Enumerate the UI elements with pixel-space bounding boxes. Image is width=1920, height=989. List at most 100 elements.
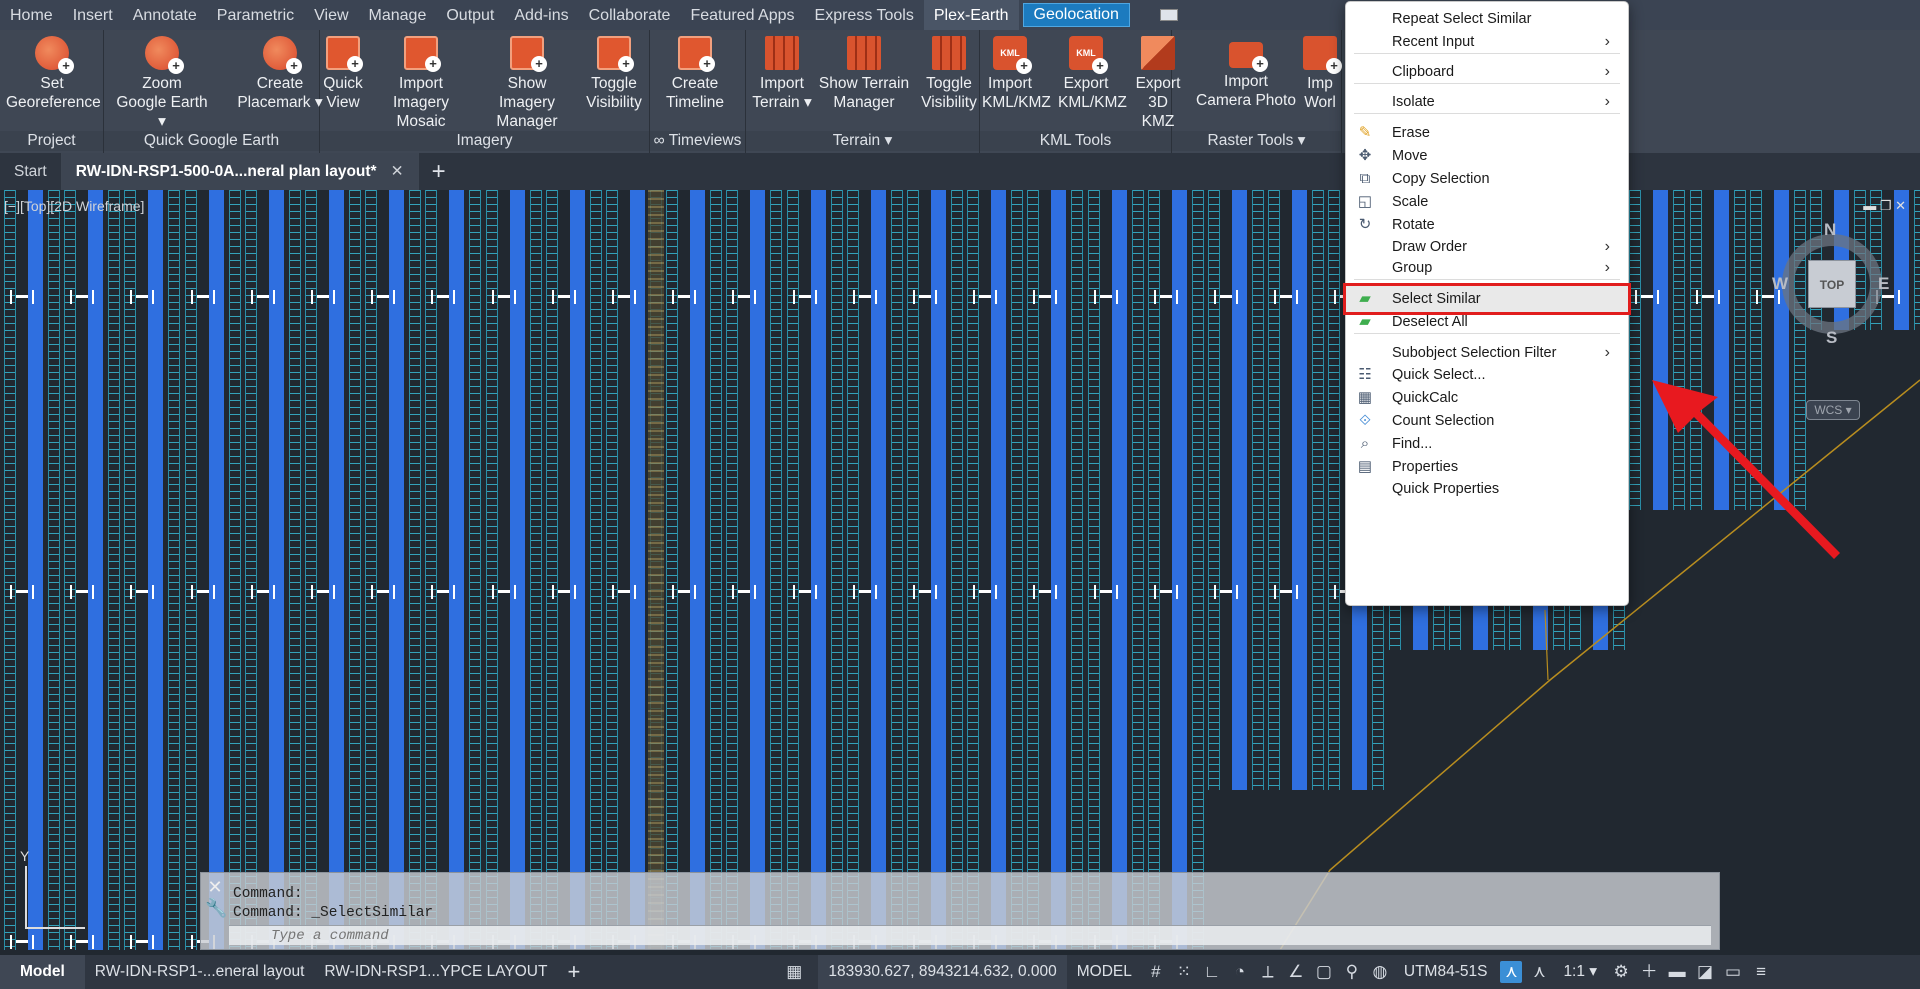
ribbon-button-imagery-manager[interactable]: + Show Imagery Manager	[478, 36, 576, 131]
ribbon-panel-title[interactable]: Quick Google Earth	[104, 131, 319, 151]
active-drawing-tab[interactable]: RW-IDN-RSP1-500-0A...neral plan layout* ✕	[61, 153, 419, 190]
ribbon-button-label: Mosaic	[396, 113, 446, 130]
ribbon-button-toggle-visibility[interactable]: + Toggle Visibility	[584, 36, 644, 112]
ribbon-button-import-world[interactable]: + Imp Worl	[1300, 36, 1342, 112]
polar-icon[interactable]: ◔	[1229, 961, 1251, 983]
ribbon-button-export-kml[interactable]: KML + Export KML/KMZ	[1058, 36, 1127, 112]
compass-south[interactable]: S	[1826, 328, 1837, 348]
ribbon-button-label: Zoom	[142, 75, 182, 92]
ribbon-panel-title[interactable]: Imagery	[320, 131, 649, 151]
command-line-controls[interactable]: ✕ 🔧	[205, 877, 227, 919]
coordinates-readout[interactable]: 183930.627, 8943214.632, 0.000	[818, 955, 1067, 989]
annotation-visibility-icon[interactable]: ⋏	[1500, 961, 1523, 983]
customize-menu-icon[interactable]: ≡	[1750, 961, 1772, 983]
start-tab[interactable]: Start	[0, 153, 62, 190]
command-input[interactable]	[229, 926, 1711, 946]
ribbon-panel-title[interactable]: Raster Tools ▾	[1172, 131, 1341, 151]
ribbon-button-import-imagery[interactable]: + Import Imagery Mosaic	[372, 36, 470, 131]
ribbon-tab-geolocation[interactable]: Geolocation	[1022, 3, 1130, 27]
submenu-chevron-icon: ›	[1604, 259, 1610, 276]
clean-screen-icon[interactable]: ▭	[1722, 961, 1744, 983]
ribbon-button-terrain-manager[interactable]: Show Terrain Manager	[816, 36, 912, 112]
ribbon-button-import-kml[interactable]: KML + Import KML/KMZ	[982, 36, 1051, 112]
ribbon-button-label: Import	[1224, 73, 1268, 90]
ribbon-tab-insert[interactable]: Insert	[63, 0, 123, 30]
viewport-controls[interactable]: ▬ ❐ ✕	[1863, 198, 1906, 214]
ribbon-tab-parametric[interactable]: Parametric	[207, 0, 304, 30]
annotation-scale[interactable]: 1:1 ▾	[1553, 955, 1607, 989]
settings-gear-icon[interactable]: ⚙	[1610, 961, 1632, 983]
ribbon-panel-title[interactable]: KML Tools	[980, 131, 1171, 151]
layout-tab-2[interactable]: RW-IDN-RSP1...YPCE LAYOUT	[314, 955, 557, 989]
ribbon-tab-collaborate[interactable]: Collaborate	[579, 0, 681, 30]
menu-item-label: Quick Select...	[1392, 367, 1486, 383]
ribbon-tab-featured-apps[interactable]: Featured Apps	[680, 0, 804, 30]
ribbon-tab-home[interactable]: Home	[0, 0, 63, 30]
menu-item-group[interactable]: Group ›	[1346, 255, 1628, 281]
close-tab-icon[interactable]: ✕	[391, 163, 404, 180]
ribbon-button-terrain-visibility[interactable]: Toggle Visibility	[920, 36, 978, 112]
submenu-chevron-icon: ›	[1604, 63, 1610, 80]
ribbon-button-label: Imp	[1307, 75, 1333, 92]
grid-display-icon[interactable]: ▦	[783, 961, 805, 983]
ribbon-tab-plex-earth[interactable]: Plex-Earth	[923, 0, 1019, 30]
menu-item-recent-input[interactable]: Recent Input ›	[1346, 29, 1628, 55]
ribbon-button-georeference[interactable]: + Set Georeference	[6, 36, 101, 112]
auto-scale-icon[interactable]: ⋏	[1528, 961, 1550, 983]
copy-icon: ⧉	[1359, 170, 1371, 187]
viewport-label[interactable]: [−][Top][2D Wireframe]	[4, 198, 144, 214]
ribbon-panel-title[interactable]: Terrain ▾	[746, 131, 979, 151]
compass-north[interactable]: N	[1824, 220, 1836, 240]
ribbon-tab-add-ins[interactable]: Add-ins	[504, 0, 578, 30]
menu-item-isolate[interactable]: Isolate ›	[1346, 89, 1628, 115]
menu-item-quick-properties[interactable]: Quick Properties	[1346, 476, 1628, 502]
wcs-menu[interactable]: WCS ▾	[1806, 400, 1860, 420]
compass-west[interactable]: W	[1772, 274, 1788, 294]
model-space-toggle[interactable]: MODEL	[1067, 955, 1142, 989]
add-layout-button[interactable]: +	[557, 955, 590, 989]
workspace-switch-icon[interactable]	[1159, 9, 1178, 21]
model-tab[interactable]: Model	[0, 955, 85, 989]
ribbon-panel-title[interactable]: Project	[0, 131, 103, 151]
grid-icon[interactable]: #	[1145, 961, 1167, 983]
globe-icon[interactable]: ◍	[1369, 961, 1391, 983]
quick-select-icon: ☷	[1358, 366, 1372, 383]
ribbon-button-label: Worl	[1304, 94, 1336, 111]
ribbon-button-label: KML/KMZ	[1058, 94, 1127, 111]
layout-tab-1[interactable]: RW-IDN-RSP1-...eneral layout	[85, 955, 315, 989]
ribbon-button-quick-view[interactable]: + Quick View	[318, 36, 368, 112]
ribbon-tab-express-tools[interactable]: Express Tools	[805, 0, 924, 30]
menu-item-label: Isolate	[1392, 94, 1435, 110]
ribbon-button-timeline[interactable]: + Create Timeline	[652, 36, 738, 112]
hardware-acceleration-icon[interactable]: ▬	[1666, 961, 1688, 983]
ribbon-button-import-terrain[interactable]: Import Terrain ▾	[752, 36, 812, 112]
coordinate-system[interactable]: UTM84-51S	[1394, 955, 1498, 989]
menu-item-label: Subobject Selection Filter	[1392, 345, 1557, 361]
ribbon-tab-manage[interactable]: Manage	[359, 0, 437, 30]
ribbon-tab-annotate[interactable]: Annotate	[123, 0, 207, 30]
selection-cycling-icon[interactable]: ▢	[1313, 961, 1335, 983]
add-icon[interactable]: ＋	[1638, 961, 1660, 983]
viewcube-top-face[interactable]: TOP	[1808, 260, 1856, 308]
compass-east[interactable]: E	[1878, 274, 1889, 294]
snap-icon[interactable]: ⁙	[1173, 961, 1195, 983]
angle-icon[interactable]: ∠	[1285, 961, 1307, 983]
drawing-canvas[interactable]: [−][Top][2D Wireframe] ▬ ❐ ✕ TOP N S W E…	[0, 190, 1920, 950]
new-tab-button[interactable]: +	[419, 153, 459, 190]
workspace-icon[interactable]: ◪	[1694, 961, 1716, 983]
ortho-icon[interactable]: ∟	[1201, 961, 1223, 983]
ribbon-button-camera-photo[interactable]: + Import Camera Photo	[1196, 36, 1296, 110]
ribbon-button-zoom-google-earth[interactable]: + Zoom Google Earth ▾	[112, 36, 212, 131]
menu-item-deselect-all[interactable]: ▰ Deselect All	[1346, 309, 1628, 335]
ribbon-panel-6: KML + Import KML/KMZ KML + Export KML/KMZ Export…	[980, 30, 1180, 153]
ribbon-panel-title[interactable]: ∞ Timeviews	[650, 131, 745, 151]
menu-item-clipboard[interactable]: Clipboard ›	[1346, 59, 1628, 85]
geolocation-pin-icon[interactable]: ⚲	[1341, 961, 1363, 983]
ribbon-tab-view[interactable]: View	[304, 0, 358, 30]
ucs-x-axis	[25, 927, 85, 929]
ribbon-button-placemark[interactable]: + Create Placemark ▾	[230, 36, 330, 112]
osnap-tracking-icon[interactable]: ⟂	[1257, 961, 1279, 983]
badge-icon: +	[699, 56, 715, 72]
ribbon-tab-output[interactable]: Output	[436, 0, 504, 30]
viewcube[interactable]: TOP N S W E	[1772, 220, 1892, 347]
